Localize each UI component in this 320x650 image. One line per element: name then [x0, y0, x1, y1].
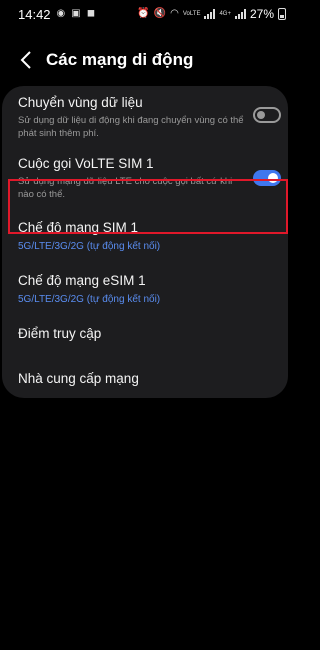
bottom-bar: [0, 606, 300, 650]
messenger-icon: ◉: [56, 8, 66, 19]
page-title: Các mạng di động: [46, 50, 194, 69]
alarm-icon: ⏰: [137, 8, 150, 19]
volte-sim1-description: Sử dụng mạng dữ liệu LTE cho cuộc gọi bấ…: [18, 176, 233, 200]
network-operators-item[interactable]: Nhà cung cấp mạng: [2, 370, 288, 387]
toggle-knob: [268, 173, 278, 183]
chevron-left-icon: [20, 51, 31, 69]
volte-label: VoLTE: [182, 11, 201, 17]
network-mode-sim1-item[interactable]: Chế độ mạng SIM 1 5G/LTE/3G/2G (tự động …: [2, 219, 288, 253]
data-roaming-item[interactable]: Chuyển vùng dữ liệu Sử dụng dữ liệu di đ…: [2, 94, 288, 140]
data-roaming-description: Sử dụng dữ liệu di động khi đang chuyển …: [18, 115, 244, 139]
volte-sim1-item[interactable]: Cuộc gọi VoLTE SIM 1 Sử dụng mạng dữ liệ…: [2, 155, 288, 201]
settings-card: Chuyển vùng dữ liệu Sử dụng dữ liệu di đ…: [2, 86, 288, 398]
app-icon: ◼: [86, 8, 96, 19]
wifi-icon: ◠: [170, 8, 179, 19]
status-right: ⏰ 🔇 ◠ VoLTE 4G+ 27%: [137, 7, 286, 21]
data-roaming-title: Chuyển vùng dữ liệu: [18, 95, 143, 110]
notification-icon: ▣: [71, 8, 81, 19]
status-bar: 14:42 ◉ ▣ ◼ ⏰ 🔇 ◠ VoLTE 4G+ 27%: [0, 0, 300, 28]
mute-icon: 🔇: [153, 8, 167, 19]
network-4g-label: 4G+: [219, 11, 231, 17]
network-mode-esim1-value: 5G/LTE/3G/2G (tự động kết nối): [18, 294, 161, 305]
toggle-knob: [257, 111, 265, 119]
status-left: 14:42 ◉ ▣ ◼: [18, 7, 95, 22]
network-mode-esim1-item[interactable]: Chế độ mạng eSIM 1 5G/LTE/3G/2G (tự động…: [2, 272, 288, 306]
data-roaming-toggle[interactable]: [253, 107, 281, 123]
status-time: 14:42: [18, 6, 51, 22]
network-operators-title: Nhà cung cấp mạng: [18, 371, 139, 386]
battery-text: 27%: [249, 7, 274, 21]
access-points-item[interactable]: Điểm truy cập: [2, 325, 288, 342]
header: Các mạng di động: [0, 42, 300, 78]
signal-icon: [204, 9, 216, 19]
access-points-title: Điểm truy cập: [18, 326, 102, 341]
signal-icon-2: [234, 9, 246, 19]
battery-icon: [278, 8, 286, 20]
network-mode-sim1-title: Chế độ mạng SIM 1: [18, 220, 139, 235]
network-mode-esim1-title: Chế độ mạng eSIM 1: [18, 273, 146, 288]
volte-sim1-title: Cuộc gọi VoLTE SIM 1: [18, 156, 154, 171]
back-button[interactable]: [12, 46, 40, 74]
network-mode-sim1-value: 5G/LTE/3G/2G (tự động kết nối): [18, 241, 161, 252]
volte-sim1-toggle[interactable]: [253, 170, 281, 186]
